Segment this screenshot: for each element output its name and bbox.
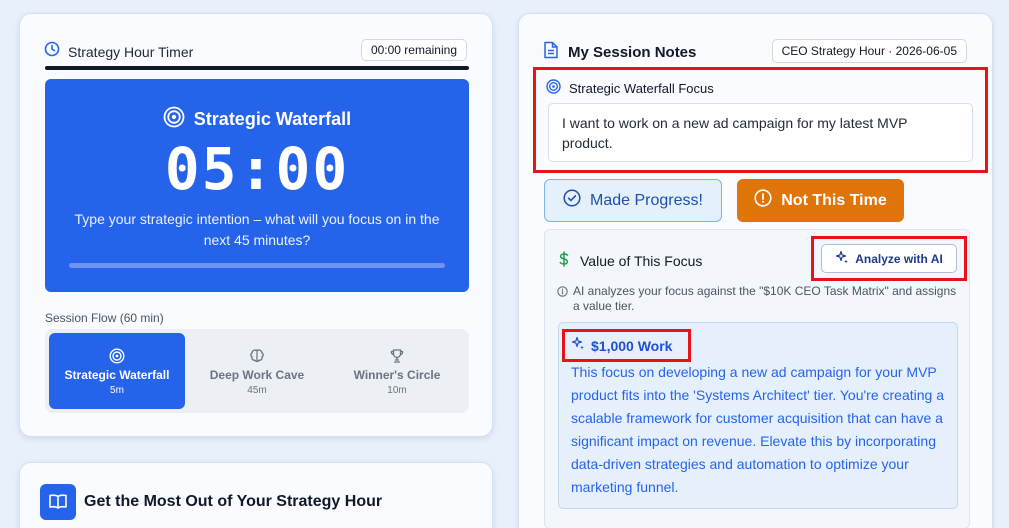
countdown-clock: 05:00 xyxy=(164,135,350,203)
flow-step-name: Deep Work Cave xyxy=(209,367,305,382)
brain-icon xyxy=(249,347,265,365)
flow-step-duration: 10m xyxy=(387,384,407,396)
tips-title: Get the Most Out of Your Strategy Hour xyxy=(84,493,383,510)
timer-prompt: Type your strategic intention – what wil… xyxy=(74,211,440,248)
flow-step-deep-work-cave[interactable]: Deep Work Cave 45m xyxy=(189,333,325,409)
ai-result-text: This focus on developing a new ad campai… xyxy=(571,364,944,495)
flow-step-name: Strategic Waterfall xyxy=(64,367,170,382)
ai-result: $1,000 Work This focus on developing a n… xyxy=(558,322,958,509)
analyze-with-ai-button[interactable]: Analyze with AI xyxy=(821,244,957,273)
focus-section: Strategic Waterfall Focus I want to work… xyxy=(533,67,988,173)
not-this-time-label: Not This Time xyxy=(781,191,887,209)
target-icon xyxy=(163,106,185,133)
focus-input[interactable]: I want to work on a new ad campaign for … xyxy=(548,103,973,162)
value-title-text: Value of This Focus xyxy=(580,252,703,269)
check-circle-icon xyxy=(563,189,581,212)
timer-header: Strategy Hour Timer xyxy=(44,41,193,62)
trophy-icon xyxy=(389,347,405,365)
notes-title: My Session Notes xyxy=(568,44,697,61)
sparkles-icon xyxy=(571,336,585,355)
session-flow-label: Session Flow (60 min) xyxy=(45,311,164,325)
phase-title-text: Strategic Waterfall xyxy=(193,109,352,129)
session-notes-card: My Session Notes CEO Strategy Hour · 202… xyxy=(518,13,993,528)
info-icon xyxy=(557,284,568,314)
analyze-highlight: Analyze with AI xyxy=(811,236,967,281)
clock-icon xyxy=(44,41,60,62)
flow-step-winners-circle[interactable]: Winner's Circle 10m xyxy=(329,333,465,409)
session-date-badge: CEO Strategy Hour · 2026-06-05 xyxy=(771,39,967,63)
remaining-badge: 00:00 remaining xyxy=(360,39,467,61)
made-progress-button[interactable]: Made Progress! xyxy=(544,179,722,222)
phase-title: Strategic Waterfall xyxy=(45,106,469,133)
value-panel: Value of This Focus Analyze with AI AI a… xyxy=(544,229,970,528)
flow-step-name: Winner's Circle xyxy=(353,367,441,382)
value-title: Value of This Focus xyxy=(558,251,702,270)
timer-panel: Strategic Waterfall 05:00 Type your stra… xyxy=(45,79,469,292)
flow-step-strategic-waterfall[interactable]: Strategic Waterfall 5m xyxy=(49,333,185,409)
focus-label: Strategic Waterfall Focus xyxy=(546,79,714,97)
timer-title: Strategy Hour Timer xyxy=(68,43,194,60)
notes-header: My Session Notes xyxy=(543,41,696,64)
alert-circle-icon xyxy=(754,189,772,212)
flow-step-duration: 45m xyxy=(247,384,267,396)
dollar-icon xyxy=(558,251,570,270)
session-flow: Strategic Waterfall 5m Deep Work Cave 45… xyxy=(45,329,469,413)
value-tier: $1,000 Work xyxy=(591,337,673,354)
analyze-label: Analyze with AI xyxy=(855,251,943,266)
target-icon xyxy=(109,347,125,365)
document-icon xyxy=(543,41,559,64)
focus-label-text: Strategic Waterfall Focus xyxy=(569,80,714,96)
not-this-time-button[interactable]: Not This Time xyxy=(737,179,904,222)
tips-card: Get the Most Out of Your Strategy Hour xyxy=(19,462,493,528)
flow-step-duration: 5m xyxy=(110,384,124,396)
tier-highlight: $1,000 Work xyxy=(562,329,691,362)
ai-note: AI analyzes your focus against the "$10K… xyxy=(557,284,957,314)
timer-divider xyxy=(45,66,469,70)
timer-progress-bar xyxy=(69,263,445,268)
book-icon xyxy=(40,484,76,520)
made-progress-label: Made Progress! xyxy=(590,191,703,209)
target-icon xyxy=(546,79,561,97)
sparkles-icon xyxy=(835,250,849,267)
timer-card: Strategy Hour Timer 00:00 remaining Stra… xyxy=(19,13,493,437)
ai-note-text: AI analyzes your focus against the "$10K… xyxy=(573,284,957,313)
